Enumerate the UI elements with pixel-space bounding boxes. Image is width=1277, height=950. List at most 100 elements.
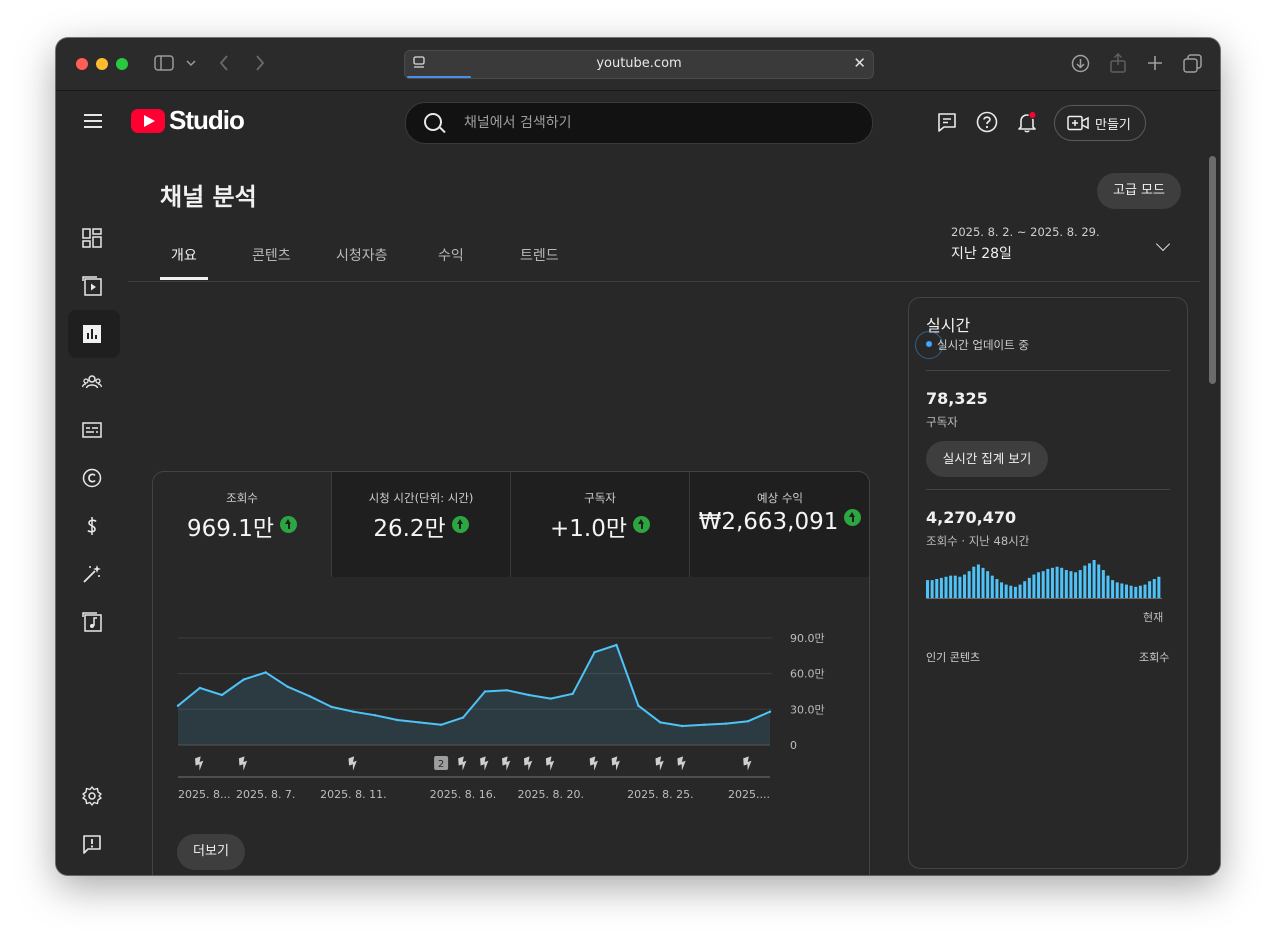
share-icon[interactable]: [1109, 53, 1127, 73]
help-icon[interactable]: [976, 111, 998, 133]
realtime-bar: [1050, 567, 1054, 598]
realtime-bar: [972, 566, 976, 598]
realtime-bar: [1023, 581, 1027, 598]
data-point: [593, 651, 596, 654]
data-point: [746, 720, 750, 723]
search-box[interactable]: [405, 102, 873, 144]
sidebar-item-customization[interactable]: [68, 550, 120, 598]
metric-subscribers[interactable]: 구독자 +1.0만: [511, 472, 690, 577]
realtime-bar: [1000, 582, 1004, 598]
views-area: [178, 645, 770, 745]
realtime-bar: [1027, 577, 1031, 598]
views-48h-label: 조회수 · 지난 48시간: [926, 534, 1030, 548]
shorts-icon: [655, 756, 664, 771]
sidebar-item-community[interactable]: [68, 358, 120, 406]
metric-value: 26.2만: [373, 516, 446, 542]
search-icon: [424, 113, 442, 131]
tab-revenue[interactable]: 수익: [438, 245, 464, 265]
views-48h-count: 4,270,470: [926, 508, 1017, 527]
realtime-bar: [1148, 581, 1152, 598]
menu-icon[interactable]: [84, 114, 102, 128]
shorts-icon: [348, 756, 357, 771]
y-tick-label: 30.0만: [790, 703, 825, 716]
realtime-bar: [1092, 560, 1096, 598]
data-point: [637, 704, 640, 707]
analytics-tabs: 개요 콘텐츠 시청자층 수익 트렌드: [128, 233, 1200, 282]
metric-revenue[interactable]: 예상 수익 ₩2,663,091: [690, 472, 869, 577]
left-sidebar: [56, 155, 129, 875]
video-add-icon: [1067, 115, 1089, 131]
realtime-bar: [944, 576, 948, 598]
tab-overview-icon[interactable]: [1183, 54, 1202, 73]
metric-watch-time[interactable]: 시청 시간(단위: 시간) 26.2만: [332, 472, 511, 577]
page-load-progress: [407, 76, 471, 78]
sidebar-toggle-icon[interactable]: [154, 55, 174, 71]
page-scrollbar[interactable]: [1209, 156, 1216, 384]
x-tick-label: 2025. 8. 7.: [236, 788, 295, 801]
sidebar-item-audio-library[interactable]: [68, 598, 120, 646]
realtime-bar: [958, 576, 962, 598]
advanced-mode-button[interactable]: 고급 모드: [1097, 173, 1181, 209]
metric-value: +1.0만: [549, 516, 627, 542]
realtime-bar: [986, 571, 990, 598]
metric-label: 예상 수익: [757, 491, 803, 505]
active-tab-indicator: [160, 277, 208, 280]
feedback-alert-icon: [83, 835, 101, 854]
url-text: youtube.com: [596, 56, 682, 71]
create-button[interactable]: 만들기: [1054, 105, 1146, 141]
metric-views[interactable]: 조회수 969.1만: [153, 472, 332, 577]
realtime-count-button[interactable]: 실시간 집계 보기: [926, 441, 1048, 477]
tab-audience[interactable]: 시청자층: [336, 245, 388, 265]
download-icon[interactable]: [1071, 54, 1090, 73]
sidebar-item-copyright[interactable]: [68, 454, 120, 502]
sidebar-item-earn[interactable]: [68, 502, 120, 550]
notification-bell-icon[interactable]: [1016, 111, 1038, 133]
y-tick-label: 60.0만: [790, 668, 825, 681]
data-point: [176, 704, 180, 707]
shorts-icon: [545, 756, 555, 771]
realtime-bar: [1115, 582, 1119, 598]
tab-trends[interactable]: 트렌드: [520, 245, 559, 265]
forward-icon[interactable]: [255, 55, 265, 71]
new-tab-icon[interactable]: [1147, 55, 1163, 71]
sidebar-item-dashboard[interactable]: [68, 214, 120, 262]
realtime-bar: [1143, 584, 1147, 598]
minimize-window-button[interactable]: [96, 58, 108, 70]
magic-wand-icon: [83, 565, 101, 583]
feedback-icon[interactable]: [936, 111, 958, 133]
realtime-bar: [926, 580, 930, 598]
zoom-window-button[interactable]: [116, 58, 128, 70]
close-icon[interactable]: ✕: [853, 54, 866, 72]
sidebar-item-subtitles[interactable]: [68, 406, 120, 454]
x-tick-label: 2025. 8. 25.: [627, 788, 693, 801]
data-point: [242, 678, 245, 681]
realtime-bar: [1087, 563, 1091, 598]
close-window-button[interactable]: [76, 58, 88, 70]
views-chart: 0 30.0만 60.0만 90.0만 2 2025. 8... 2025. 8. 7. 20…: [176, 632, 825, 801]
realtime-bar: [939, 577, 943, 598]
realtime-bar: [1074, 572, 1078, 598]
sidebar-item-content[interactable]: [68, 262, 120, 310]
back-icon[interactable]: [219, 55, 229, 71]
sidebar-item-feedback[interactable]: [68, 820, 120, 868]
realtime-bar: [1078, 570, 1082, 598]
see-more-button[interactable]: 더보기: [177, 834, 245, 870]
tab-content[interactable]: 콘텐츠: [252, 245, 291, 265]
shorts-icon: [195, 756, 204, 771]
search-input[interactable]: [462, 103, 846, 143]
metric-label: 시청 시간(단위: 시간): [368, 491, 474, 505]
data-point: [527, 693, 530, 697]
realtime-bar: [1055, 566, 1059, 598]
sidebar-item-settings[interactable]: [68, 772, 120, 820]
realtime-bar: [963, 574, 967, 598]
main-content: 채널 분석 고급 모드 개요 콘텐츠 시청자층 수익 트렌드 2025. 8. …: [128, 155, 1220, 875]
sidebar-item-analytics[interactable]: [68, 310, 120, 358]
shorts-icon: [502, 756, 511, 771]
tab-overview[interactable]: 개요: [171, 245, 197, 265]
shorts-icon: [480, 756, 489, 771]
realtime-bar: [1009, 585, 1013, 598]
metric-value: ₩2,663,091: [698, 509, 839, 535]
chevron-down-icon[interactable]: [186, 60, 196, 67]
video-count-label: 2: [438, 759, 444, 770]
address-bar[interactable]: youtube.com ✕: [404, 50, 874, 79]
